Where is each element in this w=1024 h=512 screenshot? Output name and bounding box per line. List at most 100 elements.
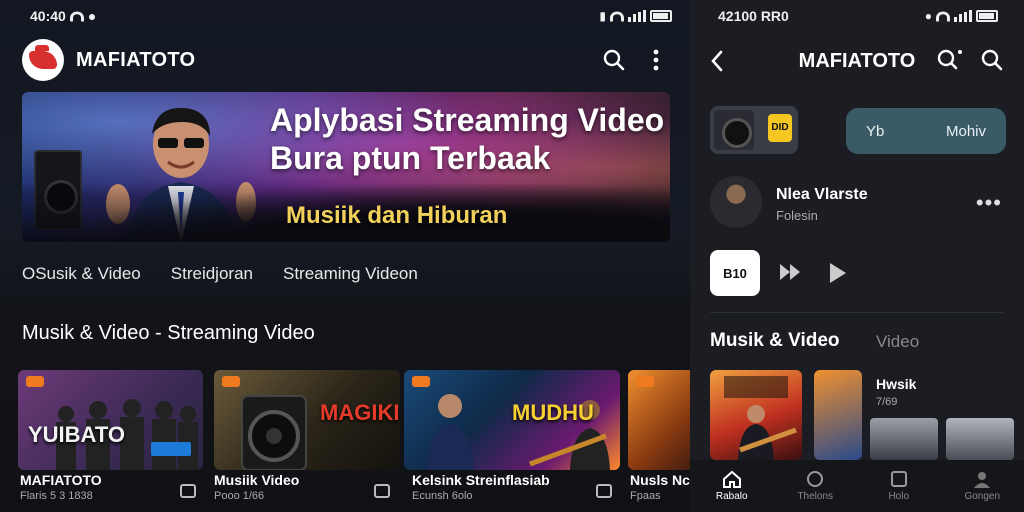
nav-label: Rabalo [715,491,748,502]
hero-headline-2: Bura ptun Terbaak [270,140,551,176]
mode-toggle-right[interactable]: Mohiv [946,123,986,140]
speaker-image [241,395,307,470]
main-screen: 40:40 ● ▮ MAFIATOTO Aplybasi Streaming V… [0,0,690,512]
video-card[interactable]: MAGIKI [214,370,400,470]
status-bar-left: 40:40 ● [30,6,96,26]
card-meta: Nusls Nc Fpaas [630,472,690,502]
tab-streidjoran[interactable]: Streidjoran [171,264,253,284]
app-logo[interactable] [22,39,64,81]
card-title: Kelsink Streinflasiab [412,472,550,488]
play-icon[interactable] [828,262,848,289]
artist-name: Nlea Vlarste [776,186,868,203]
status-time: 40:40 [30,8,66,24]
cast-icon[interactable] [180,484,196,498]
category-tabs: OSusik & Video Streidjoran Streaming Vid… [22,264,418,284]
card-overlay-title: MUDHU [512,400,594,425]
video-card[interactable]: YUIBATO [18,370,203,470]
now-playing-thumbnail[interactable]: DID [710,106,798,154]
card-tag [151,442,191,456]
search-icon[interactable] [980,48,1004,77]
nav-label: Gongen [964,491,1001,502]
tab-streaming-video[interactable]: Streaming Videon [283,264,418,284]
explore-icon [807,471,824,487]
hero-headline-1: Aplybasi Streaming Video [270,102,665,138]
nav-label: Holo [888,491,910,502]
card-title: Nusls Nc [630,472,690,488]
fast-forward-icon[interactable] [778,262,802,287]
vibrate-icon: ▮ [599,9,606,23]
cast-icon[interactable] [596,484,612,498]
live-badge [222,376,240,387]
video-card[interactable]: MUDHU [404,370,620,470]
performers-image [426,394,610,470]
nav-item-explore[interactable]: Thelons [780,470,850,502]
status-misc: ● [87,8,97,24]
mode-toggle[interactable]: Yb Mohiv [846,108,1006,154]
list-item-subtitle: 7/69 [876,396,898,408]
home-icon [722,470,741,488]
library-icon [890,471,907,487]
card-subtitle: Flaris 5 3 1838 [20,490,93,502]
card-title: Musiik Video [214,472,300,488]
artist-avatar[interactable] [710,176,762,228]
profile-icon [974,472,991,488]
divider [710,312,1004,313]
player-screen: 42100 RR0 ● MAFIATOTO DID Yb Mohiv Nlea … [690,0,1024,512]
mode-toggle-left[interactable]: Yb [866,123,884,140]
wifi-icon [610,11,624,21]
thumb-badge: DID [768,114,792,142]
card-overlay-title: MAGIKI [320,400,400,425]
nav-item-home[interactable]: Rabalo [697,470,767,502]
card-meta: Musiik Video Pooo 1/66 [214,472,299,502]
more-horiz-icon[interactable]: ••• [976,190,1002,216]
artist-subtitle: Folesin [776,208,818,223]
video-card[interactable] [814,370,862,460]
battery-icon [650,10,672,22]
app-bar: MAFIATOTO [22,38,670,82]
signal-icon [628,10,646,22]
live-badge [26,376,44,387]
app-bar: MAFIATOTO [690,46,1024,78]
voice-search-icon[interactable] [936,48,964,77]
nav-item-library[interactable]: Holo [864,470,934,502]
section-title: Musik & Video - Streaming Video [22,322,315,344]
status-bar-left: 42100 RR0 [718,6,789,26]
nav-item-profile[interactable]: Gongen [947,470,1017,502]
hero-banner[interactable]: Aplybasi Streaming Video Bura ptun Terba… [22,92,670,242]
cast-icon[interactable] [374,484,390,498]
live-badge [636,376,654,387]
card-meta: Kelsink Streinflasiab Ecunsh 6olo [412,472,550,502]
card-subtitle: Pooo 1/66 [214,490,265,502]
wifi-icon [69,11,84,21]
section-title: Musik & Video [710,330,840,351]
guitarist-image [724,376,797,460]
video-card[interactable] [628,370,690,470]
card-subtitle: Ecunsh 6olo [412,490,473,502]
app-title: MAFIATOTO [798,50,916,72]
more-vert-icon[interactable] [642,46,670,74]
status-bar-right: ▮ [599,6,672,26]
section-link[interactable]: Video [876,332,919,352]
status-bar-right: ● [925,6,998,26]
card-subtitle: Fpaas [630,490,661,502]
vibrate-icon: ● [924,9,932,23]
video-thumbnail[interactable] [946,418,1014,460]
tab-musik-video[interactable]: OSusik & Video [22,264,141,284]
card-overlay-title: YUIBATO [28,422,125,447]
video-card[interactable] [710,370,802,460]
speaker-image [714,110,754,150]
wifi-icon [936,11,950,21]
status-time: 42100 RR0 [718,8,789,24]
play-button[interactable]: B10 [710,250,760,296]
signal-icon [954,10,972,22]
video-thumbnail[interactable] [870,418,938,460]
card-title: MAFIATOTO [20,472,102,488]
card-meta: MAFIATOTO Flaris 5 3 1838 [20,472,102,502]
hero-subtitle: Musiik dan Hiburan [286,202,508,229]
app-title: MAFIATOTO [76,48,196,71]
nav-label: Thelons [797,491,834,502]
battery-icon [976,10,998,22]
bottom-nav: Rabalo Thelons Holo Gongen [690,460,1024,512]
list-item-title: Hwsik [876,376,917,392]
search-icon[interactable] [600,46,628,74]
